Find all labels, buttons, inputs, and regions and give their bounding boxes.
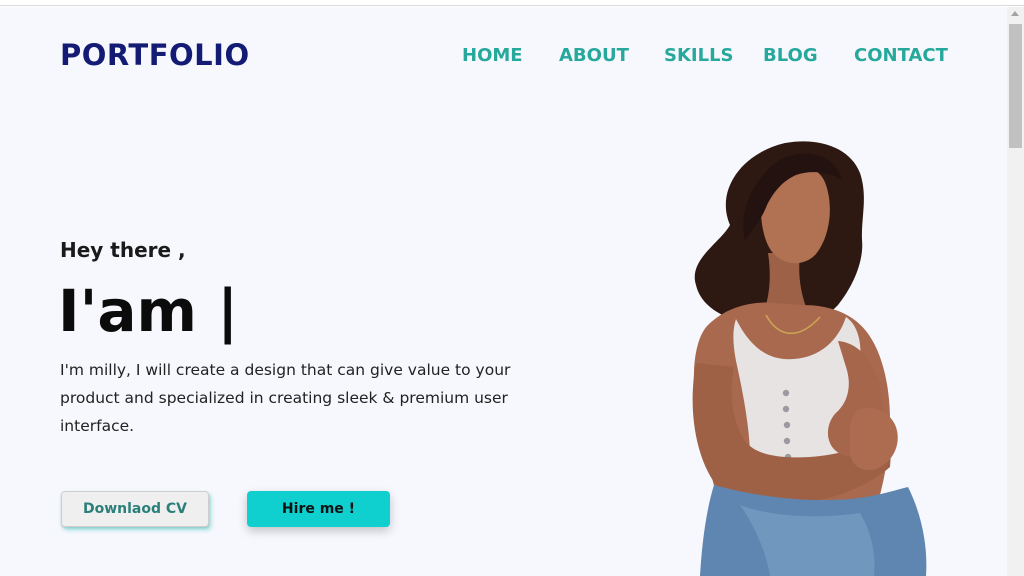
portrait-button-1 — [782, 389, 790, 397]
hero-headline: I'am | — [58, 277, 239, 345]
nav-contact[interactable]: CONTACT — [854, 45, 948, 66]
nav-blog[interactable]: BLOG — [763, 45, 818, 66]
hire-me-button[interactable]: Hire me ! — [247, 491, 390, 527]
page-viewport: PORTFOLIO HOME ABOUT SKILLS BLOG CONTACT… — [0, 7, 1007, 576]
nav-about[interactable]: ABOUT — [559, 45, 629, 66]
hero-greeting: Hey there , — [60, 238, 186, 262]
window-top-border — [0, 0, 1024, 6]
hero-portrait-image — [692, 141, 927, 576]
portrait-button-3 — [783, 421, 791, 429]
portrait-hand — [849, 407, 898, 471]
hero-intro: I'm milly, I will create a design that c… — [60, 361, 511, 435]
vertical-scrollbar[interactable] — [1007, 7, 1024, 576]
download-cv-button[interactable]: Downlaod CV — [61, 491, 209, 527]
nav-skills[interactable]: SKILLS — [664, 45, 734, 66]
logo[interactable]: PORTFOLIO — [60, 38, 250, 72]
scroll-up-arrow-icon[interactable] — [1011, 11, 1019, 16]
scroll-thumb[interactable] — [1009, 24, 1022, 148]
nav-home[interactable]: HOME — [462, 45, 523, 66]
portrait-button-4 — [783, 437, 791, 445]
portrait-button-2 — [782, 405, 790, 413]
